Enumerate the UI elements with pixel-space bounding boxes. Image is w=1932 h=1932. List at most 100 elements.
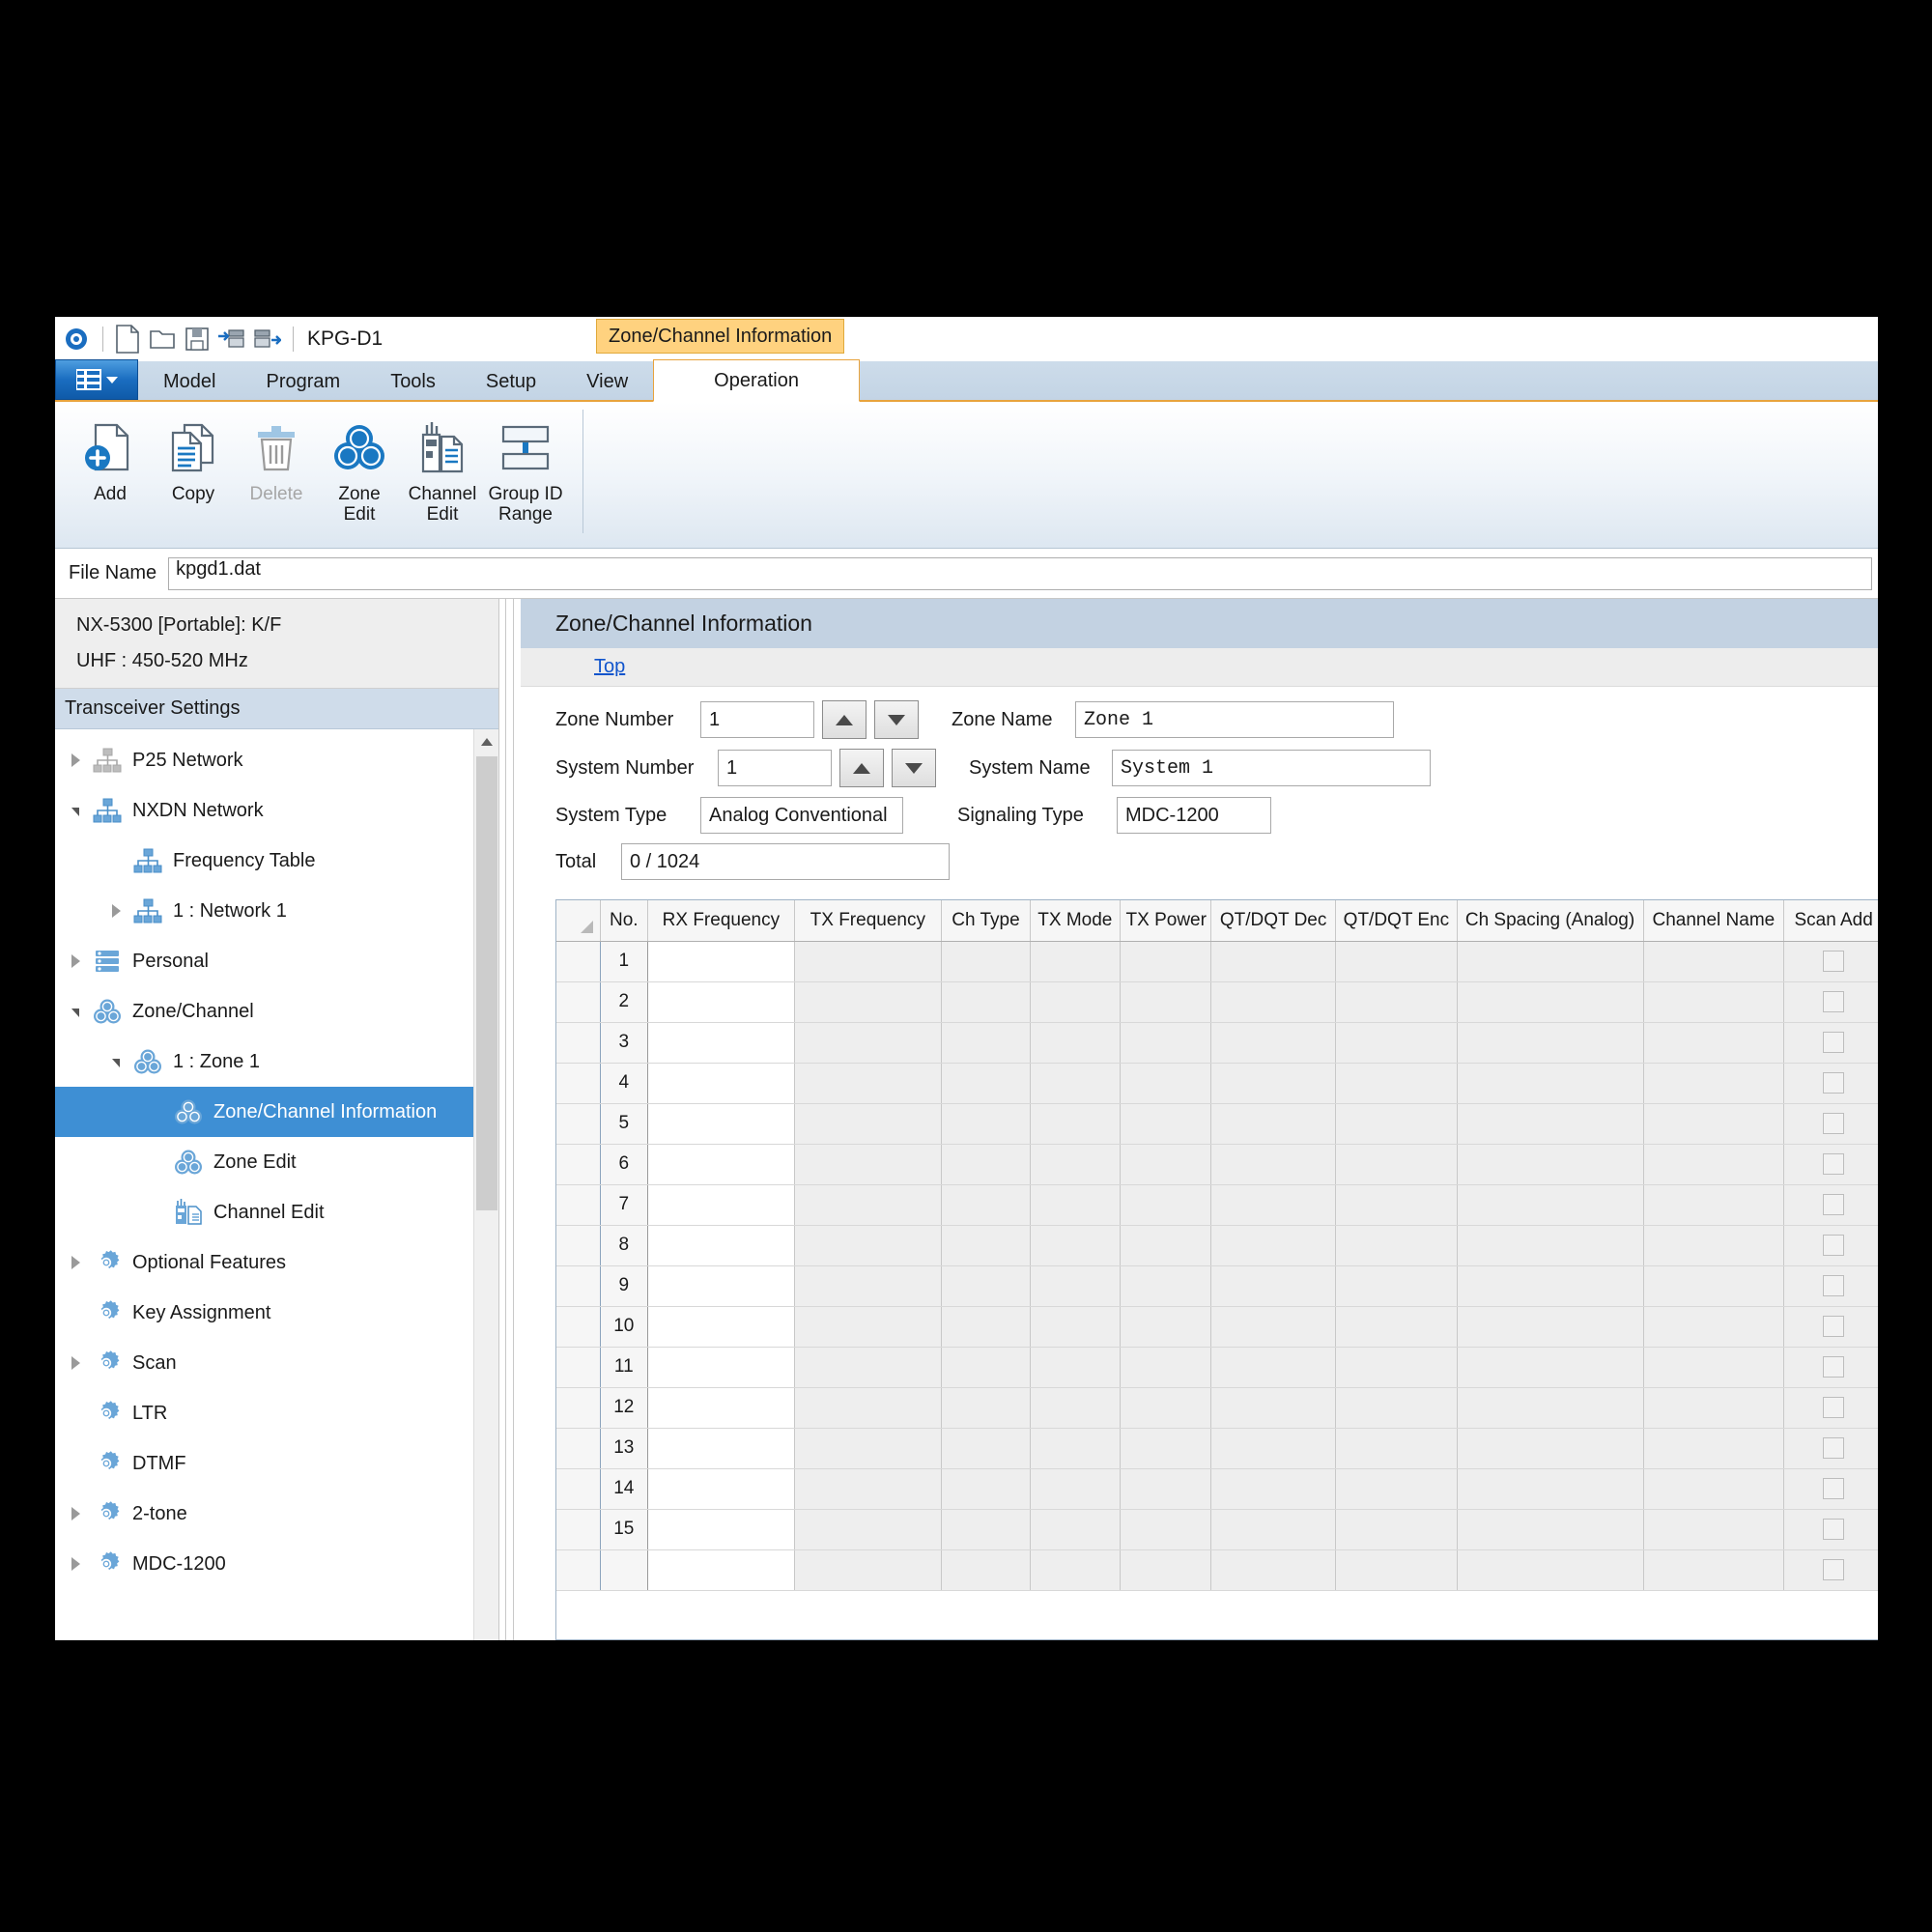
cell-rx-frequency[interactable] (647, 1063, 794, 1103)
table-row[interactable]: 6 (556, 1144, 1878, 1184)
cell-ch-type[interactable] (941, 1225, 1030, 1265)
table-row[interactable]: 4 (556, 1063, 1878, 1103)
table-row[interactable]: 1 (556, 941, 1878, 981)
cell-scan-add[interactable] (1784, 1347, 1878, 1387)
cell-qt-dqt-dec[interactable] (1210, 1022, 1335, 1063)
cell-scan-add[interactable] (1784, 1509, 1878, 1549)
application-menu-button[interactable] (55, 359, 138, 400)
cell-ch-spacing-analog[interactable] (1457, 1144, 1643, 1184)
scan-add-checkbox[interactable] (1823, 1153, 1844, 1175)
cell-tx-mode[interactable] (1031, 1387, 1120, 1428)
cell-tx-mode[interactable] (1031, 1306, 1120, 1347)
zone-name-input[interactable]: Zone 1 (1075, 701, 1394, 738)
cell-rx-frequency[interactable] (647, 981, 794, 1022)
add-button[interactable]: Add (69, 410, 152, 526)
cell-tx-mode[interactable] (1031, 1225, 1120, 1265)
cell-ch-type[interactable] (941, 1509, 1030, 1549)
cell-tx-mode[interactable] (1031, 1063, 1120, 1103)
cell-rx-frequency[interactable] (647, 1509, 794, 1549)
cell-scan-add[interactable] (1784, 1184, 1878, 1225)
cell-tx-frequency[interactable] (794, 1103, 941, 1144)
cell-scan-add[interactable] (1784, 1225, 1878, 1265)
cell-qt-dqt-dec[interactable] (1210, 1549, 1335, 1590)
scan-add-checkbox[interactable] (1823, 1032, 1844, 1053)
scan-add-checkbox[interactable] (1823, 1194, 1844, 1215)
cell-rx-frequency[interactable] (647, 1225, 794, 1265)
cell-qt-dqt-enc[interactable] (1336, 1225, 1457, 1265)
cell-ch-spacing-analog[interactable] (1457, 1306, 1643, 1347)
zone-number-input[interactable]: 1 (700, 701, 814, 738)
cell-ch-type[interactable] (941, 941, 1030, 981)
system-number-decrement-button[interactable] (892, 749, 936, 787)
cell-scan-add[interactable] (1784, 1265, 1878, 1306)
cell-qt-dqt-enc[interactable] (1336, 1306, 1457, 1347)
table-row[interactable]: 9 (556, 1265, 1878, 1306)
cell-ch-type[interactable] (941, 1549, 1030, 1590)
cell-tx-frequency[interactable] (794, 1022, 941, 1063)
cell-ch-spacing-analog[interactable] (1457, 1428, 1643, 1468)
row-selector[interactable] (556, 1306, 600, 1347)
cell-qt-dqt-enc[interactable] (1336, 1063, 1457, 1103)
cell-channel-name[interactable] (1643, 981, 1784, 1022)
cell-channel-name[interactable] (1643, 1428, 1784, 1468)
expand-arrow-icon[interactable] (63, 954, 88, 968)
cell-ch-type[interactable] (941, 1144, 1030, 1184)
cell-qt-dqt-enc[interactable] (1336, 941, 1457, 981)
sidebar-item-dtmf[interactable]: DTMF (55, 1438, 473, 1489)
cell-tx-mode[interactable] (1031, 1022, 1120, 1063)
cell-tx-power[interactable] (1120, 1184, 1210, 1225)
cell-qt-dqt-enc[interactable] (1336, 981, 1457, 1022)
scrollbar-thumb[interactable] (476, 756, 497, 1210)
cell-ch-type[interactable] (941, 1428, 1030, 1468)
cell-tx-power[interactable] (1120, 1509, 1210, 1549)
zone-number-increment-button[interactable] (822, 700, 867, 739)
column-header-tx-frequency[interactable]: TX Frequency (794, 900, 941, 941)
scan-add-checkbox[interactable] (1823, 1356, 1844, 1378)
cell-rx-frequency[interactable] (647, 1265, 794, 1306)
cell-tx-frequency[interactable] (794, 1549, 941, 1590)
cell-ch-spacing-analog[interactable] (1457, 1063, 1643, 1103)
cell-rx-frequency[interactable] (647, 1347, 794, 1387)
cell-qt-dqt-enc[interactable] (1336, 1184, 1457, 1225)
expand-arrow-icon[interactable] (63, 753, 88, 767)
cell-tx-mode[interactable] (1031, 981, 1120, 1022)
cell-qt-dqt-enc[interactable] (1336, 1265, 1457, 1306)
cell-tx-power[interactable] (1120, 1347, 1210, 1387)
cell-channel-name[interactable] (1643, 1549, 1784, 1590)
cell-tx-power[interactable] (1120, 981, 1210, 1022)
table-row[interactable]: 15 (556, 1509, 1878, 1549)
column-header-no[interactable]: No. (600, 900, 647, 941)
cell-ch-type[interactable] (941, 1184, 1030, 1225)
pane-splitter[interactable] (499, 599, 521, 1640)
scan-add-checkbox[interactable] (1823, 1559, 1844, 1580)
cell-channel-name[interactable] (1643, 1265, 1784, 1306)
channel-grid-container[interactable]: No.RX FrequencyTX FrequencyCh TypeTX Mod… (555, 899, 1878, 1640)
cell-qt-dqt-dec[interactable] (1210, 1225, 1335, 1265)
column-header-qt-dqt-dec[interactable]: QT/DQT Dec (1210, 900, 1335, 941)
cell-rx-frequency[interactable] (647, 1468, 794, 1509)
cell-ch-spacing-analog[interactable] (1457, 1225, 1643, 1265)
cell-channel-name[interactable] (1643, 1468, 1784, 1509)
cell-tx-power[interactable] (1120, 941, 1210, 981)
cell-qt-dqt-dec[interactable] (1210, 1063, 1335, 1103)
cell-tx-frequency[interactable] (794, 981, 941, 1022)
cell-qt-dqt-enc[interactable] (1336, 1468, 1457, 1509)
cell-channel-name[interactable] (1643, 1184, 1784, 1225)
cell-scan-add[interactable] (1784, 1468, 1878, 1509)
table-row[interactable]: 2 (556, 981, 1878, 1022)
group-id-range-button[interactable]: Group ID Range (484, 410, 567, 526)
cell-ch-type[interactable] (941, 1103, 1030, 1144)
cell-ch-type[interactable] (941, 1347, 1030, 1387)
cell-tx-mode[interactable] (1031, 941, 1120, 981)
cell-channel-name[interactable] (1643, 1144, 1784, 1184)
cell-rx-frequency[interactable] (647, 1549, 794, 1590)
table-row[interactable]: 11 (556, 1347, 1878, 1387)
sidebar-item-personal[interactable]: Personal (55, 936, 473, 986)
sidebar-item-channel-edit[interactable]: Channel Edit (55, 1187, 473, 1237)
cell-tx-mode[interactable] (1031, 1144, 1120, 1184)
cell-channel-name[interactable] (1643, 1347, 1784, 1387)
cell-tx-frequency[interactable] (794, 941, 941, 981)
system-number-increment-button[interactable] (839, 749, 884, 787)
table-row[interactable]: 14 (556, 1468, 1878, 1509)
document-tab[interactable]: Zone/Channel Information (596, 319, 844, 354)
